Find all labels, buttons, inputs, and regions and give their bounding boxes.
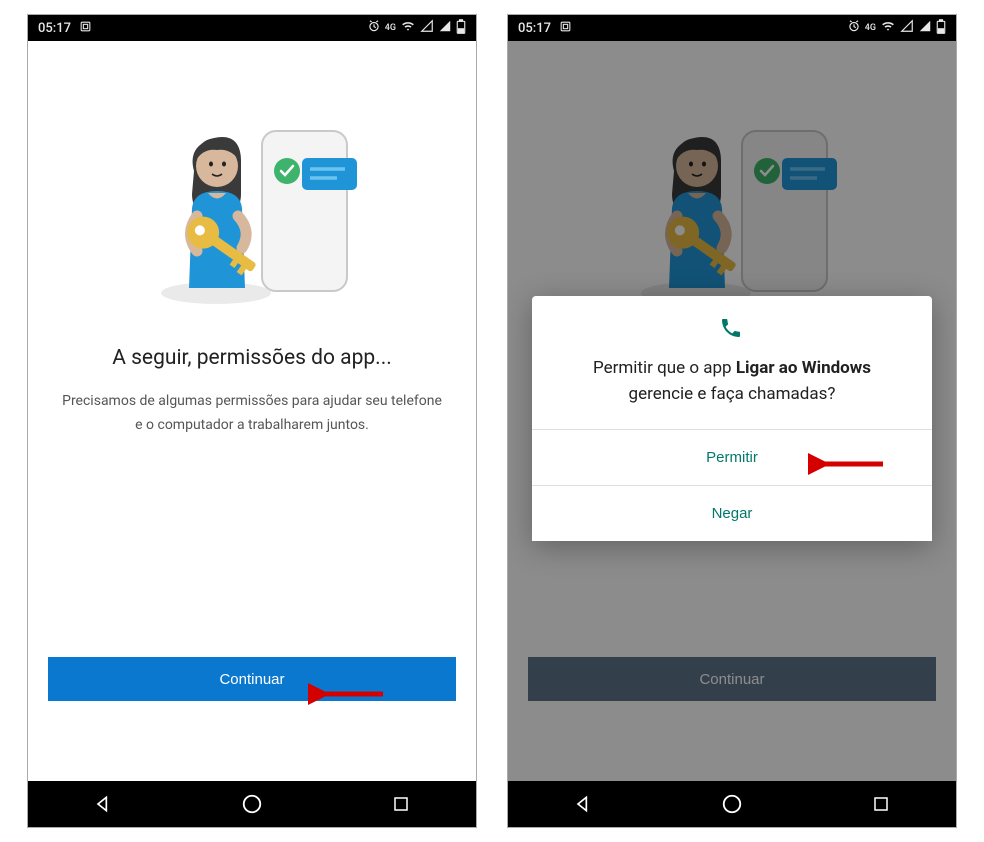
continue-label: Continuar xyxy=(699,671,764,688)
allow-button[interactable]: Permitir xyxy=(532,429,932,485)
wifi-icon xyxy=(880,19,896,37)
status-bar: 05:17 4G xyxy=(28,15,476,41)
status-bar: 05:17 4G xyxy=(508,15,956,41)
continue-button-disabled: Continuar xyxy=(528,657,936,701)
permissions-illustration xyxy=(142,116,362,316)
permissions-illustration xyxy=(622,116,842,316)
screenshot-icon xyxy=(79,20,92,37)
battery-icon xyxy=(936,19,946,38)
nav-recent-button[interactable] xyxy=(371,789,431,819)
continue-button[interactable]: Continuar xyxy=(48,657,456,701)
nav-bar xyxy=(28,781,476,827)
signal-icon-2 xyxy=(918,19,932,37)
nav-back-button[interactable] xyxy=(73,789,133,819)
permission-dialog: Permitir que o app Ligar ao Windows gere… xyxy=(532,296,932,541)
signal-icon-2 xyxy=(438,19,452,37)
alarm-icon xyxy=(847,19,861,37)
phone-icon xyxy=(719,316,745,342)
dialog-message: Permitir que o app Ligar ao Windows gere… xyxy=(532,356,932,429)
nav-back-button[interactable] xyxy=(553,789,613,819)
screenshot-icon xyxy=(559,20,572,37)
network-type: 4G xyxy=(385,24,396,33)
status-time: 05:17 xyxy=(38,21,71,36)
deny-button[interactable]: Negar xyxy=(532,485,932,541)
status-time: 05:17 xyxy=(518,21,551,36)
nav-recent-button[interactable] xyxy=(851,789,911,819)
main-content: A seguir, permissões do app... Precisamo… xyxy=(28,41,476,781)
dialog-prefix: Permitir que o app xyxy=(593,358,736,378)
dialog-app-name: Ligar ao Windows xyxy=(736,358,871,378)
network-type: 4G xyxy=(865,24,876,33)
continue-label: Continuar xyxy=(219,671,284,688)
signal-icon xyxy=(420,19,434,37)
nav-home-button[interactable] xyxy=(222,789,282,819)
alarm-icon xyxy=(367,19,381,37)
phone-right: 05:17 4G xyxy=(507,14,957,828)
deny-label: Negar xyxy=(712,505,753,522)
main-content-dimmed: A seguir, permissões do app... Precisamo… xyxy=(508,41,956,781)
nav-home-button[interactable] xyxy=(702,789,762,819)
phone-left: 05:17 4G xyxy=(27,14,477,828)
wifi-icon xyxy=(400,19,416,37)
page-title: A seguir, permissões do app... xyxy=(112,346,392,370)
signal-icon xyxy=(900,19,914,37)
nav-bar xyxy=(508,781,956,827)
battery-icon xyxy=(456,19,466,38)
dialog-suffix: gerencie e faça chamadas? xyxy=(629,384,836,404)
allow-label: Permitir xyxy=(706,449,758,466)
page-description: Precisamos de algumas permissões para aj… xyxy=(62,390,442,438)
